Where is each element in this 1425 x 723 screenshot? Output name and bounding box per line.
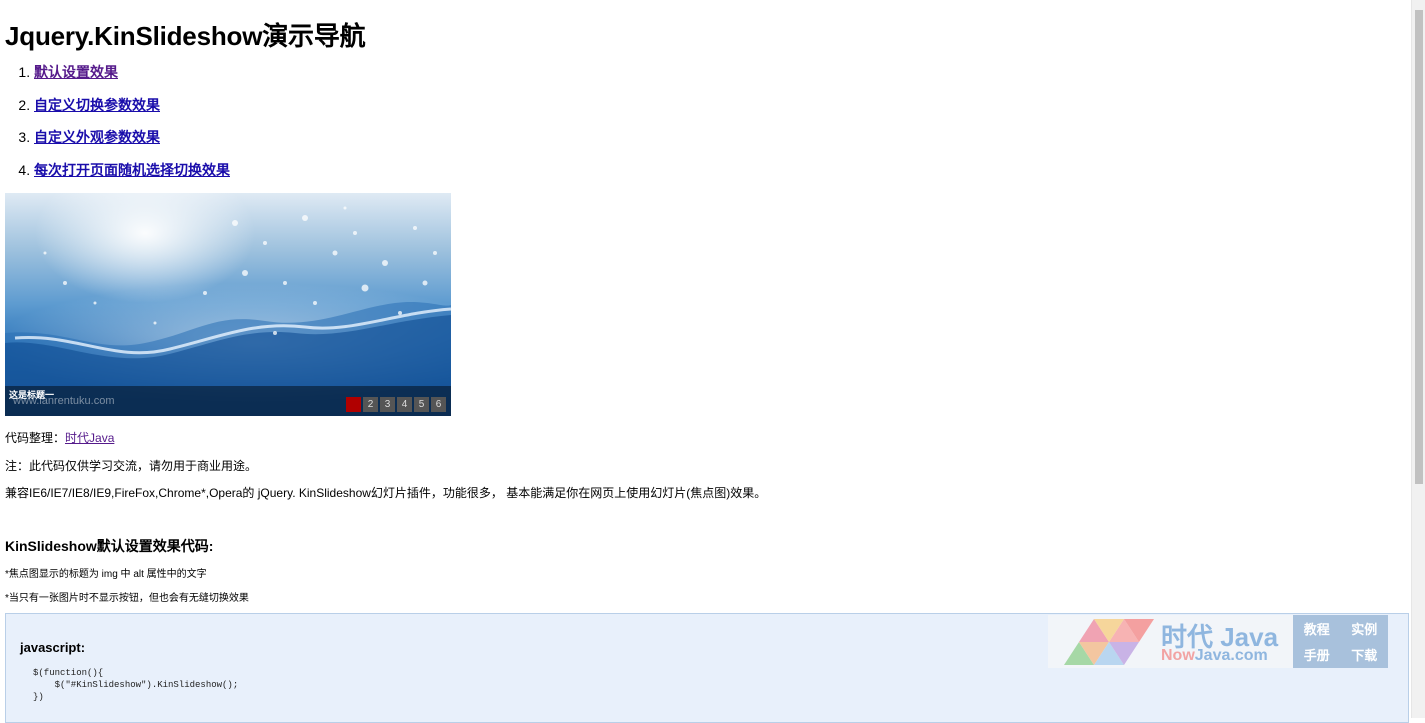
brand-logo-icon [1064, 619, 1154, 665]
brand-link-download[interactable]: 下载 [1351, 645, 1377, 664]
brand-link-manual[interactable]: 手册 [1304, 645, 1330, 664]
slide-button-5[interactable]: 5 [414, 397, 429, 412]
nav-item-random: 每次打开页面随机选择切换效果 [34, 160, 230, 193]
credit-link[interactable]: 时代Java [65, 431, 114, 445]
code-line: $(function(){ [33, 668, 104, 678]
brand-url: NowJava.com [1161, 647, 1268, 664]
brand-banner[interactable]: 时代 Java NowJava.com [1048, 615, 1293, 668]
code-snippet: $(function(){ $("#KinSlideshow").KinSlid… [33, 667, 238, 703]
nav-link-random[interactable]: 每次打开页面随机选择切换效果 [34, 162, 230, 178]
nav-item-custom-appearance: 自定义外观参数效果 [34, 127, 230, 160]
kinslideshow[interactable]: www.lanrentuku.com 这是标题一 1 2 3 4 5 6 [5, 193, 451, 416]
usage-note: 注：此代码仅供学习交流，请勿用于商业用途。 [5, 459, 258, 473]
credit-line: 代码整理：时代Java [5, 429, 114, 446]
brand-link-tutorial[interactable]: 教程 [1304, 619, 1330, 638]
slide-button-2[interactable]: 2 [363, 397, 378, 412]
slide-button-3[interactable]: 3 [380, 397, 395, 412]
slide-caption: 这是标题一 [9, 390, 55, 400]
brand-links: 教程 实例 手册 下载 [1293, 615, 1388, 668]
page-title: Jquery.KinSlideshow演示导航 [5, 21, 366, 51]
slide-button-6[interactable]: 6 [431, 397, 446, 412]
credit-label: 代码整理： [5, 431, 66, 445]
slide-button-1[interactable]: 1 [346, 397, 361, 412]
code-line: }) [33, 692, 44, 702]
nav-item-default: 默认设置效果 [34, 62, 230, 95]
note-bullet-alt: *焦点图显示的标题为 img 中 alt 属性中的文字 [5, 569, 207, 580]
scrollbar-thumb[interactable] [1415, 10, 1423, 484]
slide-image [5, 206, 451, 416]
compat-description: 兼容IE6/IE7/IE8/IE9,FireFox,Chrome*,Opera的… [5, 486, 767, 500]
slide-buttons: 1 2 3 4 5 6 [346, 397, 446, 412]
brand-link-examples[interactable]: 实例 [1351, 619, 1377, 638]
nav-item-custom-switch: 自定义切换参数效果 [34, 95, 230, 128]
nav-link-default[interactable]: 默认设置效果 [34, 64, 118, 80]
nav-link-custom-appearance[interactable]: 自定义外观参数效果 [34, 129, 160, 145]
demo-nav-list: 默认设置效果 自定义切换参数效果 自定义外观参数效果 每次打开页面随机选择切换效… [5, 62, 230, 192]
vertical-scrollbar[interactable] [1411, 0, 1425, 718]
slide-button-4[interactable]: 4 [397, 397, 412, 412]
section-heading: KinSlideshow默认设置效果代码: [5, 538, 214, 554]
note-bullet-single: *当只有一张图片时不显示按钮，但也会有无缝切换效果 [5, 593, 249, 604]
code-language-label: javascript: [20, 640, 86, 655]
nav-link-custom-switch[interactable]: 自定义切换参数效果 [34, 97, 160, 113]
code-line: $("#KinSlideshow").KinSlideshow(); [33, 680, 239, 690]
